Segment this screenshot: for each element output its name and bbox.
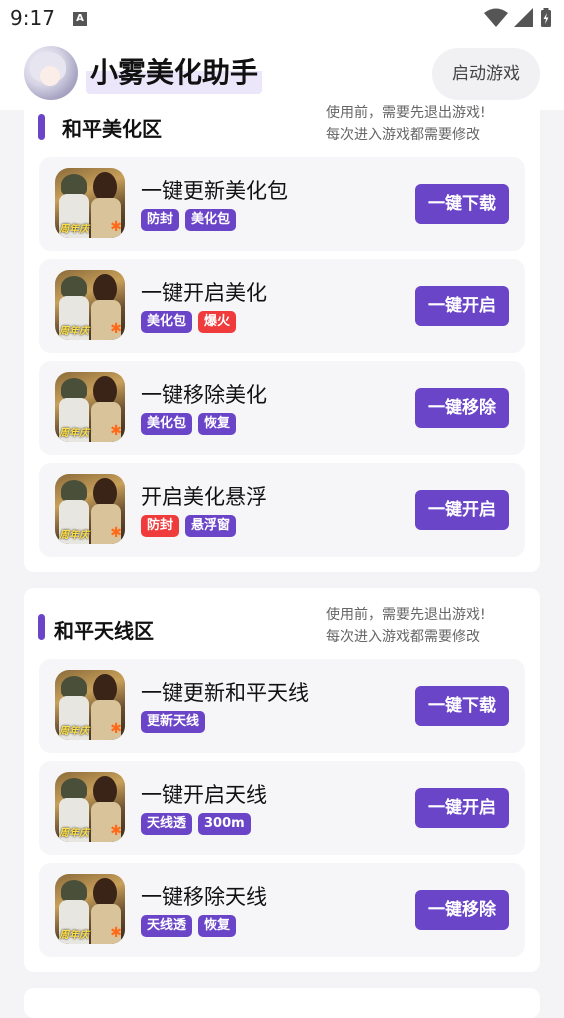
notification-a-icon: A: [73, 12, 87, 26]
tag-list: 天线透 300m: [141, 813, 251, 835]
enable-button[interactable]: 一键开启: [415, 286, 509, 326]
section-title: 和平美化区: [62, 117, 162, 141]
status-icons: [484, 8, 552, 28]
download-button[interactable]: 一键下载: [415, 184, 509, 224]
avatar[interactable]: [24, 46, 78, 100]
tag-list: 美化包 爆火: [141, 311, 237, 333]
tag: 防封: [141, 209, 180, 231]
app-title: 小雾美化助手: [86, 52, 263, 94]
section-note-line1: 使用前，需要先退出游戏!: [326, 607, 486, 623]
download-button[interactable]: 一键下载: [415, 686, 509, 726]
card-title: 一键开启天线: [141, 783, 267, 807]
tag: 300m: [198, 813, 251, 835]
section-antenna: 和平天线区 使用前，需要先退出游戏! 每次进入游戏都需要修改 周年庆 ✱ 一键更新…: [24, 588, 540, 972]
game-icon: 周年庆 ✱: [55, 670, 125, 740]
launch-game-button[interactable]: 启动游戏: [432, 48, 540, 100]
game-icon-badge: 周年庆: [59, 726, 89, 737]
game-icon: 周年庆 ✱: [55, 772, 125, 842]
tag: 美化包: [141, 413, 193, 435]
tag: 更新天线: [141, 711, 206, 733]
card-title: 一键更新和平天线: [141, 681, 309, 705]
card-enable-beautify: 周年庆 ✱ 一键开启美化 美化包 爆火 一键开启: [39, 259, 525, 353]
section-title: 和平天线区: [54, 619, 154, 643]
card-update-beautify-pack: 周年庆 ✱ 一键更新美化包 防封 美化包 一键下载: [39, 157, 525, 251]
tag: 恢复: [198, 413, 237, 435]
remove-button[interactable]: 一键移除: [415, 890, 509, 930]
game-icon: 周年庆 ✱: [55, 372, 125, 442]
tag-list: 更新天线: [141, 711, 206, 733]
game-icon-badge: 周年庆: [59, 930, 89, 941]
status-bar: 9:17 A: [0, 0, 564, 38]
card-enable-antenna: 周年庆 ✱ 一键开启天线 天线透 300m 一键开启: [39, 761, 525, 855]
game-icon-badge: 周年庆: [59, 530, 89, 541]
section-note: 使用前，需要先退出游戏! 每次进入游戏都需要修改: [326, 604, 512, 648]
tag: 爆火: [198, 311, 237, 333]
avatar-face: [40, 66, 60, 86]
card-remove-beautify: 周年庆 ✱ 一键移除美化 美化包 恢复 一键移除: [39, 361, 525, 455]
enable-button[interactable]: 一键开启: [415, 788, 509, 828]
tag: 美化包: [185, 209, 237, 231]
tag: 美化包: [141, 311, 193, 333]
section-accent-bar: [38, 114, 45, 140]
section-note: 使用前，需要先退出游戏! 每次进入游戏都需要修改: [326, 102, 512, 146]
game-icon-badge: 周年庆: [59, 326, 89, 337]
tag: 防封: [141, 515, 180, 537]
tag-list: 防封 美化包: [141, 209, 237, 231]
card-title: 开启美化悬浮: [141, 485, 267, 509]
game-icon: 周年庆 ✱: [55, 474, 125, 544]
card-title: 一键更新美化包: [141, 179, 288, 203]
section-header: 和平美化区 使用前，需要先退出游戏! 每次进入游戏都需要修改: [24, 105, 540, 156]
signal-icon: [514, 8, 533, 27]
section-note-line2: 每次进入游戏都需要修改: [326, 629, 480, 645]
card-title: 一键开启美化: [141, 281, 267, 305]
tag: 天线透: [141, 915, 193, 937]
section-next: [24, 988, 540, 1018]
card-title: 一键移除美化: [141, 383, 267, 407]
card-update-antenna: 周年庆 ✱ 一键更新和平天线 更新天线 一键下载: [39, 659, 525, 753]
section-header: 和平天线区 使用前，需要先退出游戏! 每次进入游戏都需要修改: [24, 588, 540, 645]
game-icon-badge: 周年庆: [59, 224, 89, 235]
battery-charging-icon: [541, 8, 551, 27]
enable-button[interactable]: 一键开启: [415, 490, 509, 530]
game-icon-badge: 周年庆: [59, 828, 89, 839]
tag: 悬浮窗: [185, 515, 237, 537]
card-float-beautify: 周年庆 ✱ 开启美化悬浮 防封 悬浮窗 一键开启: [39, 463, 525, 557]
card-remove-antenna: 周年庆 ✱ 一键移除天线 天线透 恢复 一键移除: [39, 863, 525, 957]
tag: 恢复: [198, 915, 237, 937]
remove-button[interactable]: 一键移除: [415, 388, 509, 428]
card-title: 一键移除天线: [141, 885, 267, 909]
section-note-line1: 使用前，需要先退出游戏!: [326, 105, 486, 121]
section-beautify: 和平美化区 使用前，需要先退出游戏! 每次进入游戏都需要修改 周年庆 ✱ 一键更新…: [24, 105, 540, 572]
game-icon: 周年庆 ✱: [55, 270, 125, 340]
app-header: 小雾美化助手 启动游戏: [0, 38, 564, 110]
wifi-icon: [484, 8, 508, 27]
tag-list: 美化包 恢复: [141, 413, 237, 435]
game-icon: 周年庆 ✱: [55, 168, 125, 238]
status-time: 9:17: [10, 6, 55, 30]
game-icon: 周年庆 ✱: [55, 874, 125, 944]
section-note-line2: 每次进入游戏都需要修改: [326, 127, 480, 143]
tag-list: 天线透 恢复: [141, 915, 237, 937]
tag: 天线透: [141, 813, 193, 835]
section-accent-bar: [38, 614, 45, 640]
tag-list: 防封 悬浮窗: [141, 515, 237, 537]
game-icon-badge: 周年庆: [59, 428, 89, 439]
